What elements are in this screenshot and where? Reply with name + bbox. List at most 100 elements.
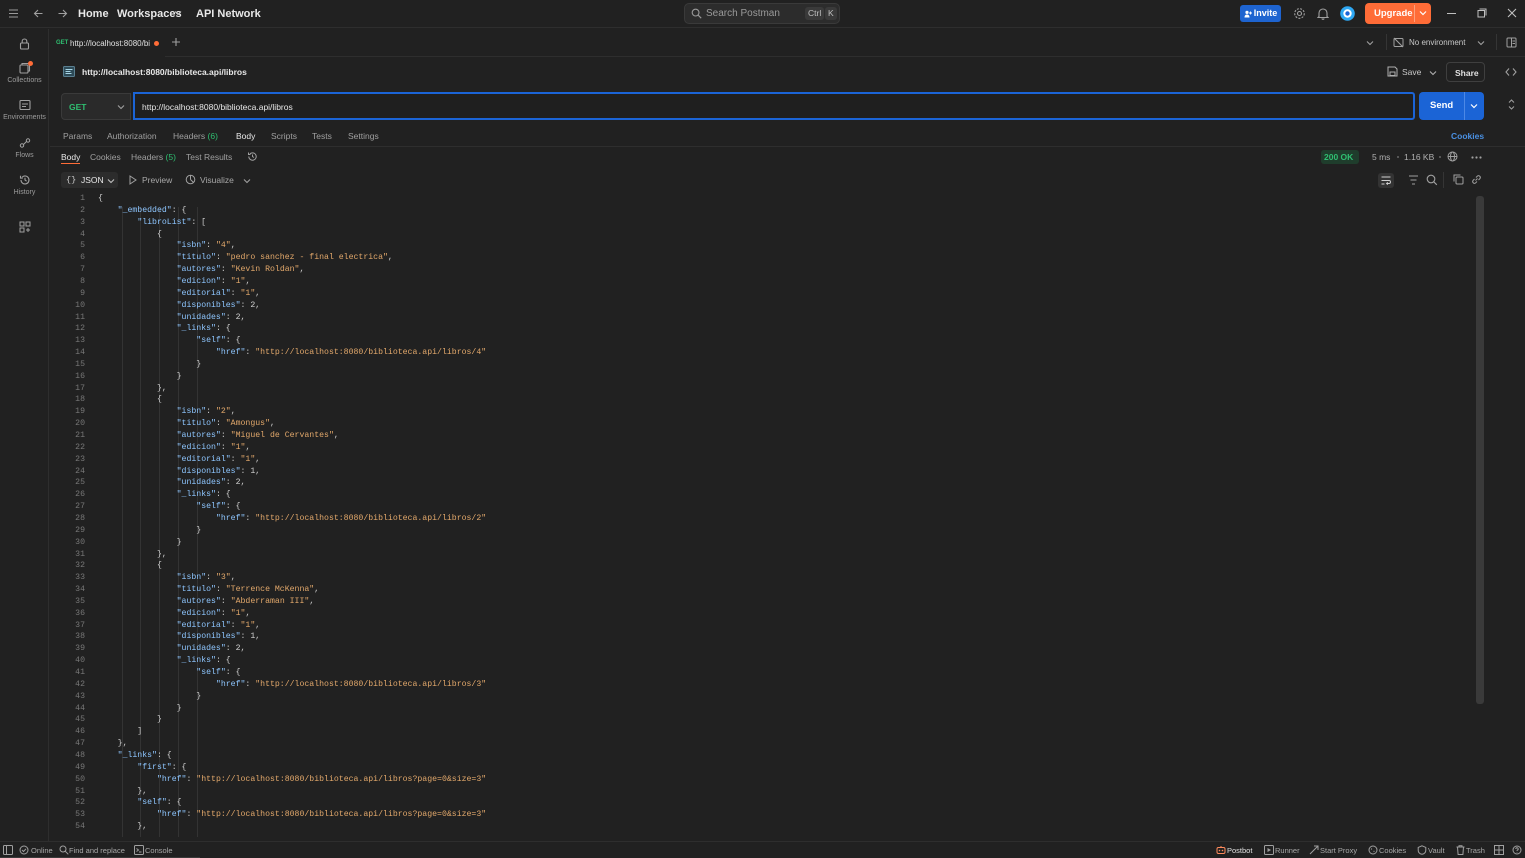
- line-number: 36: [75, 608, 85, 618]
- menu-icon[interactable]: [8, 8, 19, 19]
- settings-gear-icon[interactable]: [1293, 7, 1306, 20]
- help-icon[interactable]: [1512, 845, 1522, 855]
- visualize-button[interactable]: Visualize: [185, 174, 253, 187]
- upgrade-button[interactable]: Upgrade: [1365, 3, 1431, 24]
- response-tab-headers[interactable]: Headers (5): [131, 152, 176, 162]
- response-body-editor[interactable]: 1 {2 "_embedded": {3 "libroList": [4 {5 "…: [60, 193, 1470, 838]
- new-tab-plus-icon[interactable]: [171, 37, 181, 47]
- forward-arrow-icon[interactable]: [57, 8, 68, 19]
- tab-scripts[interactable]: Scripts: [271, 131, 297, 141]
- upgrade-chevron-down-icon[interactable]: [1419, 10, 1427, 16]
- environment-selector[interactable]: No environment: [1393, 36, 1486, 50]
- sidebar-item-environments[interactable]: Environments: [0, 99, 49, 121]
- chevron-down-icon: [174, 10, 182, 16]
- sidebar-item-flows[interactable]: Flows: [0, 137, 49, 159]
- method-select[interactable]: GET: [61, 93, 131, 120]
- globe-icon[interactable]: [1447, 151, 1458, 162]
- code-line: "unidades": 2,: [176, 478, 246, 488]
- chevron-down-icon[interactable]: [243, 178, 251, 184]
- search-response-icon[interactable]: [1426, 174, 1438, 186]
- tab-headers[interactable]: Headers (6): [173, 131, 218, 141]
- response-history-icon[interactable]: [247, 151, 258, 162]
- share-label: Share: [1455, 68, 1479, 78]
- wrap-lines-button[interactable]: [1378, 173, 1394, 188]
- tab-authorization[interactable]: Authorization: [107, 131, 157, 141]
- copy-icon[interactable]: [1453, 174, 1464, 185]
- find-and-replace[interactable]: Find and replace: [69, 846, 125, 855]
- save-button[interactable]: Save: [1385, 64, 1440, 81]
- collapse-expand-icon[interactable]: [1507, 99, 1516, 110]
- chevron-down-icon[interactable]: [1429, 70, 1437, 76]
- cookies[interactable]: Cookies: [1379, 846, 1406, 855]
- line-number: 8: [80, 276, 85, 286]
- nav-workspaces[interactable]: Workspaces: [117, 8, 182, 20]
- sidebar-item-history[interactable]: History: [0, 174, 49, 196]
- online-status[interactable]: Online: [31, 846, 53, 855]
- url-input[interactable]: http://localhost:8080/biblioteca.api/lib…: [133, 92, 1415, 120]
- line-number: 40: [75, 656, 85, 666]
- code-line: "libroList": [: [137, 217, 207, 227]
- line-number: 19: [75, 407, 85, 417]
- preview-button[interactable]: Preview: [129, 174, 177, 187]
- layout-grid-icon[interactable]: [1494, 845, 1504, 855]
- code-line: "href": "http://localhost:8080/bibliotec…: [156, 774, 487, 784]
- restore-window-icon[interactable]: [1477, 8, 1487, 18]
- line-number: 32: [75, 561, 85, 571]
- code-snippet-icon[interactable]: [1505, 67, 1517, 77]
- tab-settings[interactable]: Settings: [348, 131, 379, 141]
- postbot[interactable]: Postbot: [1227, 846, 1252, 855]
- line-number: 31: [75, 549, 85, 559]
- vault[interactable]: Vault: [1428, 846, 1445, 855]
- trash[interactable]: Trash: [1466, 846, 1485, 855]
- code-line: "self": {: [196, 336, 241, 346]
- line-number: 6: [80, 253, 85, 263]
- scrollbar-thumb[interactable]: [1476, 196, 1484, 704]
- filter-icon[interactable]: [1408, 175, 1419, 185]
- start-proxy[interactable]: Start Proxy: [1320, 846, 1357, 855]
- nav-home[interactable]: Home: [78, 8, 109, 20]
- close-window-icon[interactable]: [1507, 8, 1517, 18]
- line-number: 1: [80, 194, 85, 203]
- avatar[interactable]: [1340, 6, 1355, 21]
- request-title[interactable]: http://localhost:8080/biblioteca.api/lib…: [82, 67, 247, 77]
- sidebar-item-collections[interactable]: Collections: [0, 61, 49, 84]
- tab-params[interactable]: Params: [63, 131, 92, 141]
- more-options-icon[interactable]: [1471, 156, 1482, 159]
- send-button[interactable]: Send: [1419, 92, 1484, 120]
- invite-button[interactable]: Invite: [1240, 5, 1281, 22]
- code-line: "edicion": "1",: [176, 276, 251, 286]
- environment-quick-look-icon[interactable]: [1506, 37, 1517, 48]
- chevron-down-icon: [117, 104, 125, 110]
- line-number: 5: [80, 241, 85, 251]
- runner[interactable]: Runner: [1275, 846, 1300, 855]
- environments-icon: [0, 99, 49, 111]
- tab-tests[interactable]: Tests: [312, 131, 332, 141]
- format-select[interactable]: {} JSON: [61, 172, 118, 188]
- nav-api-network[interactable]: API Network: [196, 8, 261, 20]
- configure-workbench-icon[interactable]: [19, 221, 31, 233]
- response-tab-test-results[interactable]: Test Results: [186, 152, 232, 162]
- share-button[interactable]: Share: [1446, 62, 1485, 82]
- notifications-bell-icon[interactable]: [1317, 7, 1329, 20]
- console[interactable]: Console: [145, 846, 173, 855]
- back-arrow-icon[interactable]: [33, 8, 44, 19]
- environment-label: No environment: [1409, 38, 1466, 47]
- line-number: 16: [75, 371, 85, 381]
- code-line: },: [98, 786, 148, 796]
- tab-body[interactable]: Body: [236, 131, 255, 141]
- code-line: "href": "http://localhost:8080/bibliotec…: [215, 513, 487, 523]
- divider: [1386, 34, 1387, 50]
- search-input[interactable]: Search Postman Ctrl K: [684, 3, 840, 24]
- lock-icon[interactable]: [19, 38, 30, 50]
- response-tab-body[interactable]: Body: [61, 152, 80, 162]
- send-options-chevron-icon[interactable]: [1470, 103, 1478, 109]
- tab-request[interactable]: GET http://localhost:8080/bi: [50, 29, 165, 57]
- link-icon[interactable]: [1471, 174, 1482, 185]
- minimize-window-icon[interactable]: [1447, 13, 1456, 14]
- unsaved-dot: [154, 41, 159, 46]
- toggle-sidebar-icon[interactable]: [3, 845, 13, 855]
- cookies-link[interactable]: Cookies: [1451, 131, 1484, 141]
- tabs-overflow-chevron-icon[interactable]: [1366, 40, 1374, 46]
- response-tab-cookies[interactable]: Cookies: [90, 152, 121, 162]
- divider: [50, 146, 1525, 147]
